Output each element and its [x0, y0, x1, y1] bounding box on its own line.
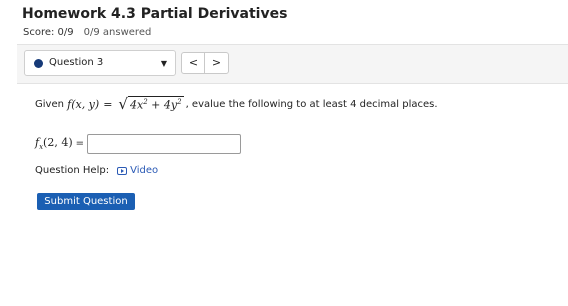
answered-text: 0/9 answered — [83, 27, 152, 38]
question-help-label: Question Help: — [35, 165, 110, 176]
question-text: Given f(x, y) = √ 4x2 + 4y2 , evalue the… — [35, 96, 438, 112]
radicand-term-x: 4x — [129, 98, 144, 112]
video-link[interactable]: Video — [117, 165, 158, 176]
question-select[interactable]: Question 3 ▼ — [24, 50, 176, 76]
sqrt-expression: √ 4x2 + 4y2 — [118, 95, 184, 113]
score-row: Score: 0/9 0/9 answered — [23, 27, 151, 38]
video-play-icon — [117, 166, 128, 175]
radicand: 4x2 + 4y2 — [127, 96, 184, 112]
score-text: Score: 0/9 — [23, 27, 74, 38]
answer-row: fx(2, 4) = — [35, 134, 241, 154]
partial-args: (2, 4) — [43, 136, 73, 150]
partial-label: fx(2, 4) = — [35, 136, 87, 151]
equals-sign: = — [103, 97, 113, 111]
submit-question-button[interactable]: Submit Question — [37, 193, 135, 210]
question-nav-bar: Question 3 ▼ < > — [17, 45, 568, 84]
exponent: 2 — [177, 98, 182, 106]
video-link-label: Video — [130, 165, 159, 176]
partial-equals: = — [75, 138, 84, 150]
radical-icon: √ — [118, 95, 128, 113]
question-help-row: Question Help: Video — [35, 165, 158, 176]
previous-question-button[interactable]: < — [182, 53, 205, 73]
answer-input[interactable] — [87, 134, 241, 154]
caret-down-icon: ▼ — [160, 59, 167, 68]
radicand-term-y: + 4y — [147, 98, 178, 112]
given-label: Given — [35, 98, 64, 110]
page-title: Homework 4.3 Partial Derivatives — [22, 6, 288, 22]
question-pager: < > — [181, 52, 229, 74]
question-instruction: , evalue the following to at least 4 dec… — [185, 98, 438, 110]
status-dot-icon — [34, 59, 43, 68]
next-question-button[interactable]: > — [204, 53, 228, 73]
question-select-label: Question 3 — [49, 57, 104, 68]
function-lhs: f(x, y) — [67, 97, 100, 111]
